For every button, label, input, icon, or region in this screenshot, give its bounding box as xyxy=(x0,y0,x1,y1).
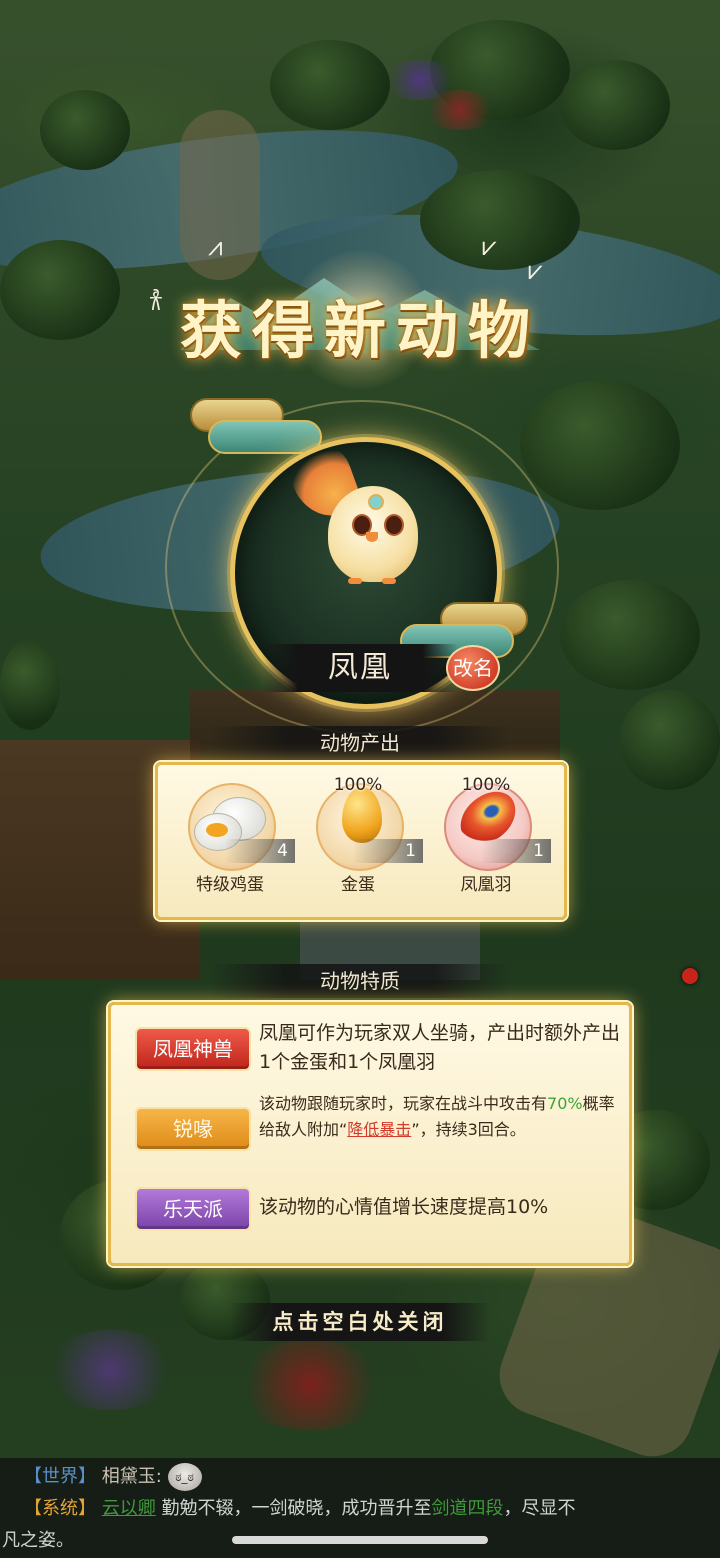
production-item[interactable]: 4 特级鸡蛋 xyxy=(170,777,295,907)
production-header: 动物产出 xyxy=(210,726,510,760)
chat-message: 【系统】 云以卿 勤勉不辍，一剑破晓，成功晋升至剑道四段，尽显不 xyxy=(24,1492,575,1526)
traits-panel: 凤凰神兽 凤凰可作为玩家双人坐骑，产出时额外产出1个金蛋和1个凤凰羽 锐喙 该动… xyxy=(108,1002,632,1266)
production-count: 1 xyxy=(533,841,544,861)
bird-icon: 𐀪 xyxy=(148,287,164,317)
chat-message: 凡之姿。 xyxy=(2,1524,74,1558)
production-chance: 100% xyxy=(461,775,511,795)
trait-description: 该动物的心情值增长速度提高10% xyxy=(259,1196,549,1218)
production-chance: 100% xyxy=(333,775,383,795)
trait-chance: 70% xyxy=(547,1094,583,1113)
notification-dot[interactable] xyxy=(682,968,698,984)
trait-badge-sharp-beak[interactable]: 锐喙 xyxy=(135,1107,251,1151)
close-hint[interactable]: 点击空白处关闭 xyxy=(230,1303,490,1341)
production-count: 1 xyxy=(405,841,416,861)
chat-player-name[interactable]: 云以卿 xyxy=(102,1498,156,1519)
rename-button[interactable]: 改名 xyxy=(446,645,500,691)
chat-text: 凡之姿。 xyxy=(2,1530,74,1551)
bird-icon: ⩘ xyxy=(208,232,223,262)
production-item[interactable]: 100% 1 凤凰羽 xyxy=(426,775,551,907)
chat-username[interactable]: 相黛玉: xyxy=(102,1466,162,1487)
chat-rank: 剑道四段 xyxy=(431,1498,504,1519)
production-panel: 4 特级鸡蛋 100% 1 金蛋 100% 1 凤凰羽 xyxy=(155,762,567,920)
production-count: 4 xyxy=(277,841,288,861)
phoenix-icon xyxy=(283,439,438,588)
chat-channel: 【世界】 xyxy=(24,1466,96,1487)
trait-badge-optimist[interactable]: 乐天派 xyxy=(135,1187,251,1231)
chat-text: ，尽显不 xyxy=(503,1498,576,1519)
production-item[interactable]: 100% 1 金蛋 xyxy=(298,775,423,907)
emoji-face-icon: ಠ_ಠ xyxy=(167,1463,202,1491)
chat-channel: 【系统】 xyxy=(24,1498,96,1519)
animal-name-bar: 凤凰 xyxy=(262,644,458,692)
production-label: 凤凰羽 xyxy=(460,875,512,895)
bird-icon: ⩗ xyxy=(482,232,497,262)
production-label: 特级鸡蛋 xyxy=(196,875,264,895)
chat-message: 【世界】 相黛玉: ಠ_ಠ xyxy=(24,1460,202,1494)
home-indicator[interactable] xyxy=(232,1536,488,1544)
animal-name: 凤凰 xyxy=(328,650,392,685)
popup-title: 获得新动物 xyxy=(179,294,540,367)
trait-description: 凤凰可作为玩家双人坐骑，产出时额外产出1个金蛋和1个凤凰羽 xyxy=(259,1022,621,1073)
bird-icon: ⩗ xyxy=(528,256,543,286)
chat-text: 勤勉不辍，一剑破晓，成功晋升至 xyxy=(161,1498,432,1519)
debuff-link[interactable]: 降低暴击 xyxy=(347,1120,411,1139)
trait-text: 该动物跟随玩家时，玩家在战斗中攻击有 xyxy=(259,1094,548,1113)
trait-text: ”，持续3回合。 xyxy=(411,1120,526,1139)
trait-badge-phoenix-beast[interactable]: 凤凰神兽 xyxy=(135,1027,251,1071)
traits-header: 动物特质 xyxy=(210,964,510,998)
trait-description: 该动物跟随玩家时，玩家在战斗中攻击有70%概率给敌人附加“降低暴击”，持续3回合… xyxy=(259,1091,623,1143)
production-label: 金蛋 xyxy=(341,875,375,895)
